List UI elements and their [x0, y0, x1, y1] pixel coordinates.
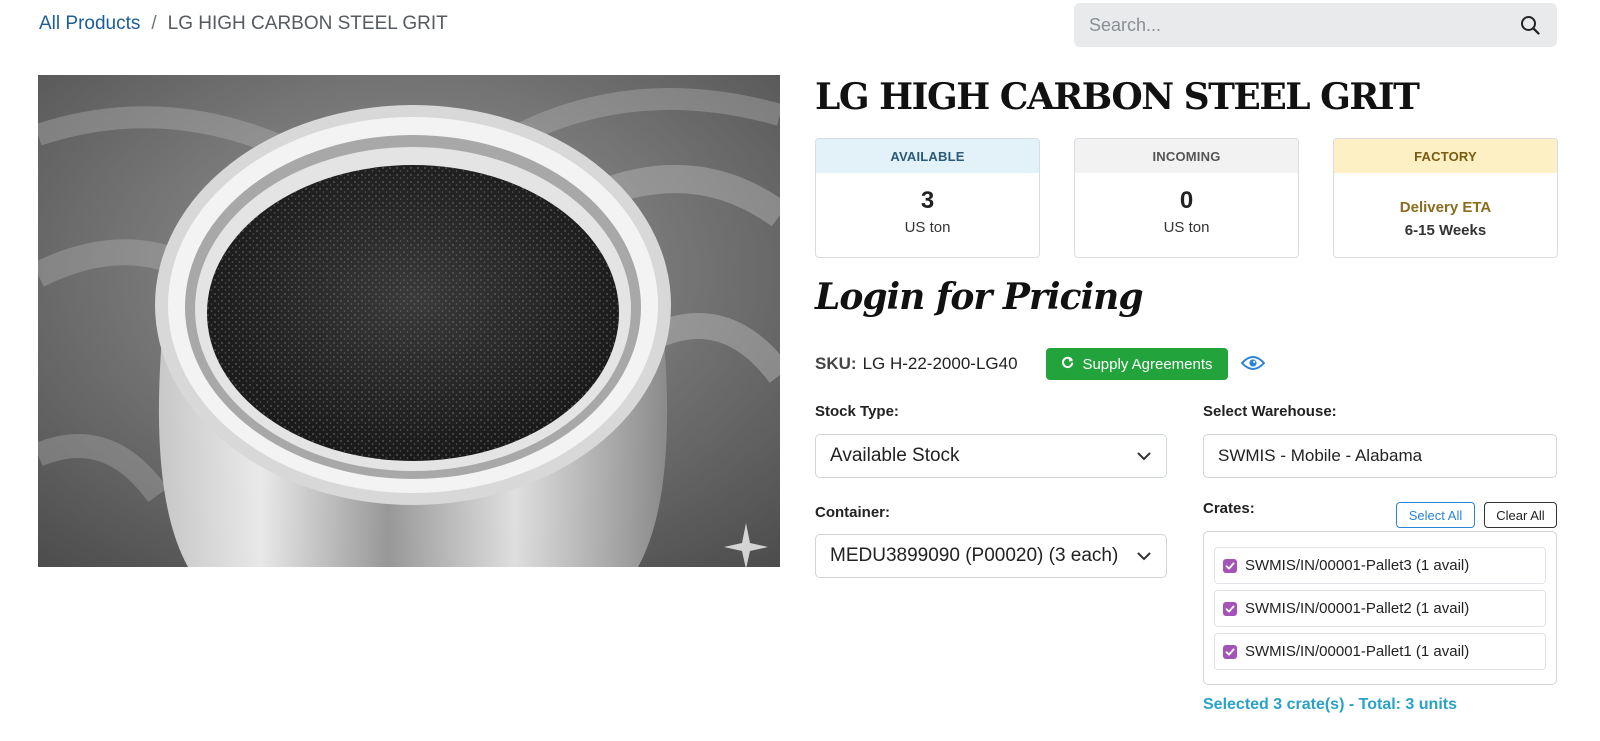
crate-item-label: SWMIS/IN/00001-Pallet2 (1 avail)	[1245, 600, 1470, 617]
search-bar	[1074, 3, 1557, 47]
search-icon[interactable]	[1518, 13, 1542, 37]
available-unit: US ton	[904, 219, 951, 236]
available-card-label: AVAILABLE	[816, 139, 1039, 173]
product-image	[38, 75, 780, 567]
delivery-eta-label: Delivery ETA	[1399, 199, 1492, 216]
available-card: AVAILABLE 3 US ton	[815, 138, 1040, 258]
crate-item[interactable]: SWMIS/IN/00001-Pallet1 (1 avail)	[1214, 633, 1546, 670]
incoming-card: INCOMING 0 US ton	[1074, 138, 1299, 258]
login-for-pricing-link[interactable]: Login for Pricing	[815, 276, 1144, 318]
chevron-down-icon	[1136, 448, 1152, 464]
selected-crates-summary: Selected 3 crate(s) - Total: 3 units	[1203, 696, 1457, 713]
sku-row: SKU: LG H-22-2000-LG40	[815, 348, 1018, 380]
select-all-button[interactable]: Select All	[1396, 502, 1475, 528]
incoming-card-label: INCOMING	[1075, 139, 1298, 173]
stock-type-select[interactable]: Available Stock	[815, 434, 1167, 478]
breadcrumb-all-products-link[interactable]: All Products	[39, 13, 140, 35]
breadcrumb-current: LG HIGH CARBON STEEL GRIT	[167, 13, 448, 34]
stock-type-value: Available Stock	[830, 445, 960, 466]
incoming-quantity: 0	[1179, 187, 1194, 214]
available-quantity: 3	[920, 187, 935, 214]
factory-card-label: FACTORY	[1334, 139, 1557, 173]
factory-card: FACTORY Delivery ETA 6-15 Weeks	[1333, 138, 1558, 258]
crate-item-label: SWMIS/IN/00001-Pallet3 (1 avail)	[1245, 557, 1470, 574]
refresh-icon	[1061, 356, 1074, 373]
product-title: LG HIGH CARBON STEEL GRIT	[815, 76, 1420, 118]
sku-label: SKU:	[815, 354, 857, 373]
checkbox-checked-icon[interactable]	[1223, 558, 1237, 573]
container-value: MEDU3899090 (P00020) (3 each)	[830, 545, 1119, 566]
checkbox-checked-icon[interactable]	[1223, 644, 1237, 659]
breadcrumb: All Products / LG HIGH CARBON STEEL GRIT	[39, 13, 448, 35]
stock-type-label: Stock Type:	[815, 403, 899, 420]
warehouse-label: Select Warehouse:	[1203, 403, 1337, 420]
sku-value: LG H-22-2000-LG40	[862, 354, 1018, 373]
chevron-down-icon	[1136, 548, 1152, 564]
crate-item[interactable]: SWMIS/IN/00001-Pallet2 (1 avail)	[1214, 590, 1546, 627]
supply-agreements-label: Supply Agreements	[1082, 355, 1213, 373]
checkbox-checked-icon[interactable]	[1223, 601, 1237, 616]
eye-icon[interactable]	[1240, 352, 1266, 374]
crate-item-label: SWMIS/IN/00001-Pallet1 (1 avail)	[1245, 643, 1470, 660]
crates-list: SWMIS/IN/00001-Pallet3 (1 avail) SWMIS/I…	[1203, 531, 1557, 685]
crate-item[interactable]: SWMIS/IN/00001-Pallet3 (1 avail)	[1214, 547, 1546, 584]
incoming-unit: US ton	[1163, 219, 1210, 236]
warehouse-value: SWMIS - Mobile - Alabama	[1218, 446, 1423, 465]
container-select[interactable]: MEDU3899090 (P00020) (3 each)	[815, 534, 1167, 578]
supply-agreements-button[interactable]: Supply Agreements	[1046, 348, 1228, 380]
container-label: Container:	[815, 504, 890, 521]
search-input[interactable]	[1089, 14, 1518, 36]
crates-label: Crates:	[1203, 500, 1255, 517]
clear-all-button[interactable]: Clear All	[1484, 502, 1557, 528]
warehouse-field[interactable]: SWMIS - Mobile - Alabama	[1203, 434, 1557, 478]
breadcrumb-separator: /	[151, 13, 157, 34]
delivery-eta-value: 6-15 Weeks	[1404, 222, 1487, 239]
